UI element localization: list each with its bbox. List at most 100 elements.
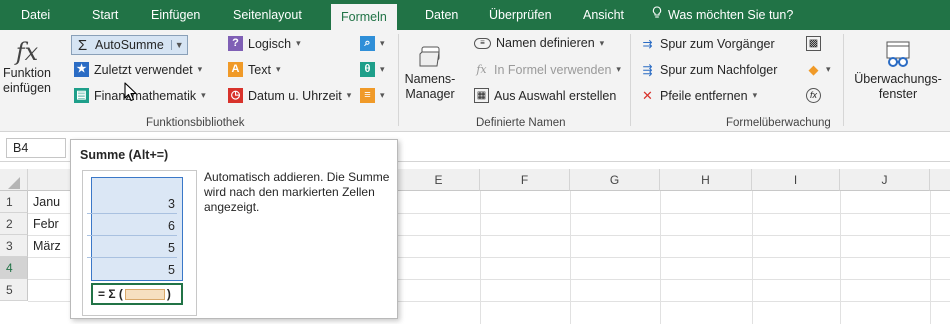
evaluate-formula-icon: fx (806, 88, 821, 103)
column-header-k[interactable] (930, 169, 950, 191)
zuletzt-verwendet-button[interactable]: ★ Zuletzt verwendet ▾ (74, 62, 202, 77)
mouse-cursor-icon (124, 82, 138, 105)
tooltip-formula-placeholder (124, 289, 165, 301)
formelauswertung-button[interactable]: fx (806, 88, 821, 103)
column-header-e[interactable]: E (398, 169, 480, 191)
cell-a2[interactable]: Febr (30, 213, 70, 235)
finanzmathematik-button[interactable]: ▤ Finanzmathematik ▾ (74, 88, 206, 103)
ueberwachungsfenster-label-2: fenster (878, 87, 918, 101)
namen-definieren-label: Namen definieren (496, 36, 595, 50)
column-header-j[interactable]: J (840, 169, 930, 191)
tab-seitenlayout[interactable]: Seitenlayout (233, 0, 302, 30)
gridline (840, 191, 841, 324)
trace-precedents-icon: ⇉ (642, 36, 653, 51)
spur-vorgaenger-label: Spur zum Vorgänger (660, 36, 775, 51)
tooltip-formula-open: = Σ ( (98, 287, 123, 301)
tab-ueberpruefen[interactable]: Überprüfen (489, 0, 552, 30)
tooltip-value-2: 6 (87, 216, 177, 236)
mehr-funktionen-button[interactable]: ≡ ▾ (360, 88, 385, 103)
tooltip-formula-close: ) (166, 287, 171, 301)
tooltip-value-4: 5 (168, 263, 175, 277)
trace-dependents-icon: ⇶ (642, 62, 653, 77)
tell-me-search[interactable]: Was möchten Sie tun? (652, 0, 793, 30)
datum-uhrzeit-button[interactable]: ◷ Datum u. Uhrzeit ▾ (228, 88, 351, 103)
gridline (752, 191, 753, 324)
logisch-label: Logisch (248, 36, 292, 51)
row-header-2[interactable]: 2 (0, 213, 28, 235)
fehlerueberpruefung-button[interactable]: ◆ ▾ (806, 62, 831, 77)
formeln-anzeigen-button[interactable]: ▩ (806, 36, 821, 51)
tab-start[interactable]: Start (92, 0, 118, 30)
chevron-down-icon: ▾ (752, 90, 758, 100)
chevron-down-icon: ▾ (380, 90, 385, 100)
column-header-f[interactable]: F (480, 169, 570, 191)
lightbulb-icon (652, 0, 662, 30)
spur-vorgaenger-button[interactable]: ⇉ Spur zum Vorgänger (640, 36, 775, 51)
namens-manager-label-1: Namens- (404, 72, 456, 86)
namens-manager-button[interactable]: Namens- Manager (404, 44, 456, 102)
row-header-1[interactable]: 1 (0, 191, 28, 213)
cell-a3[interactable]: März (30, 235, 70, 257)
nachschlagen-button[interactable]: ⌕ ▾ (360, 36, 385, 51)
tag-icon: ≡ (474, 37, 491, 49)
ueberwachungsfenster-button[interactable]: Überwachungs- fenster (848, 40, 948, 102)
zuletzt-verwendet-label: Zuletzt verwendet (94, 62, 193, 77)
group-label-formelueberwachung: Formelüberwachung (726, 117, 831, 129)
group-separator (630, 34, 631, 126)
row-header-4[interactable]: 4 (0, 257, 28, 279)
row-header-5[interactable]: 5 (0, 279, 28, 301)
group-separator (398, 34, 399, 126)
name-box[interactable]: B4 (6, 138, 66, 158)
chevron-down-icon: ▾ (275, 64, 281, 74)
column-header-g[interactable]: G (570, 169, 660, 191)
chevron-down-icon[interactable]: ▼ (170, 40, 184, 50)
fx-icon: fx (15, 38, 39, 66)
chevron-down-icon: ▾ (296, 38, 301, 48)
math-icon: θ (360, 62, 375, 77)
pfeile-entfernen-label: Pfeile entfernen (660, 88, 748, 103)
ribbon-tab-bar: Datei Start Einfügen Seitenlayout Formel… (0, 0, 950, 30)
column-header-i[interactable]: I (752, 169, 840, 191)
cell-a1[interactable]: Janu (30, 191, 70, 213)
tooltip-selected-range: 3 6 5 5 (87, 177, 183, 281)
name-manager-icon (404, 44, 456, 72)
gridline (570, 191, 571, 324)
namen-definieren-button[interactable]: ≡ Namen definieren ▾ (474, 36, 604, 50)
lookup-icon: ⌕ (360, 36, 375, 51)
namens-manager-label-2: Manager (405, 87, 455, 101)
autosumme-label: AutoSumme (95, 38, 164, 52)
pfeile-entfernen-button[interactable]: ✕ Pfeile entfernen ▾ (640, 88, 757, 103)
chevron-down-icon: ▾ (826, 64, 831, 74)
in-formel-verwenden-button[interactable]: fx In Formel verwenden ▾ (474, 62, 621, 77)
autosumme-button[interactable]: Σ AutoSumme ▼ (71, 35, 188, 55)
logisch-button[interactable]: ? Logisch ▾ (228, 36, 301, 51)
group-label-definierte-namen: Definierte Namen (476, 117, 566, 129)
text-label: Text (248, 62, 271, 77)
gridline (930, 191, 931, 324)
aus-auswahl-erstellen-button[interactable]: ▦ Aus Auswahl erstellen (474, 88, 616, 103)
tab-ansicht[interactable]: Ansicht (583, 0, 624, 30)
funktion-einfuegen-label-2: einfügen (3, 81, 51, 95)
math-trig-button[interactable]: θ ▾ (360, 62, 385, 77)
select-all-corner[interactable] (0, 169, 28, 191)
tab-einfuegen[interactable]: Einfügen (151, 0, 200, 30)
spur-nachfolger-button[interactable]: ⇶ Spur zum Nachfolger (640, 62, 777, 77)
tooltip-sum-formula: = Σ () (91, 283, 183, 305)
tab-daten[interactable]: Daten (425, 0, 458, 30)
tooltip-value-1: 3 (87, 194, 177, 214)
column-header-h[interactable]: H (660, 169, 752, 191)
funktion-einfuegen-button[interactable]: fx Funktion einfügen (2, 38, 52, 96)
in-formel-verwenden-label: In Formel verwenden (494, 62, 612, 77)
tab-formeln[interactable]: Formeln (331, 4, 397, 30)
text-button[interactable]: A Text ▾ (228, 62, 280, 77)
ribbon-formeln: fx Funktion einfügen Σ AutoSumme ▼ ★ Zul… (0, 30, 950, 132)
autosumme-tooltip: Summe (Alt+=) 3 6 5 5 = Σ () Automatisch… (70, 139, 398, 319)
chevron-down-icon: ▾ (201, 90, 206, 100)
chevron-down-icon: ▾ (380, 38, 385, 48)
remove-arrows-icon: ✕ (642, 88, 653, 103)
tab-datei[interactable]: Datei (21, 0, 50, 30)
tooltip-illustration: 3 6 5 5 = Σ () (82, 170, 197, 316)
chevron-down-icon: ▾ (197, 64, 203, 74)
row-header-3[interactable]: 3 (0, 235, 28, 257)
text-icon: A (228, 62, 243, 77)
